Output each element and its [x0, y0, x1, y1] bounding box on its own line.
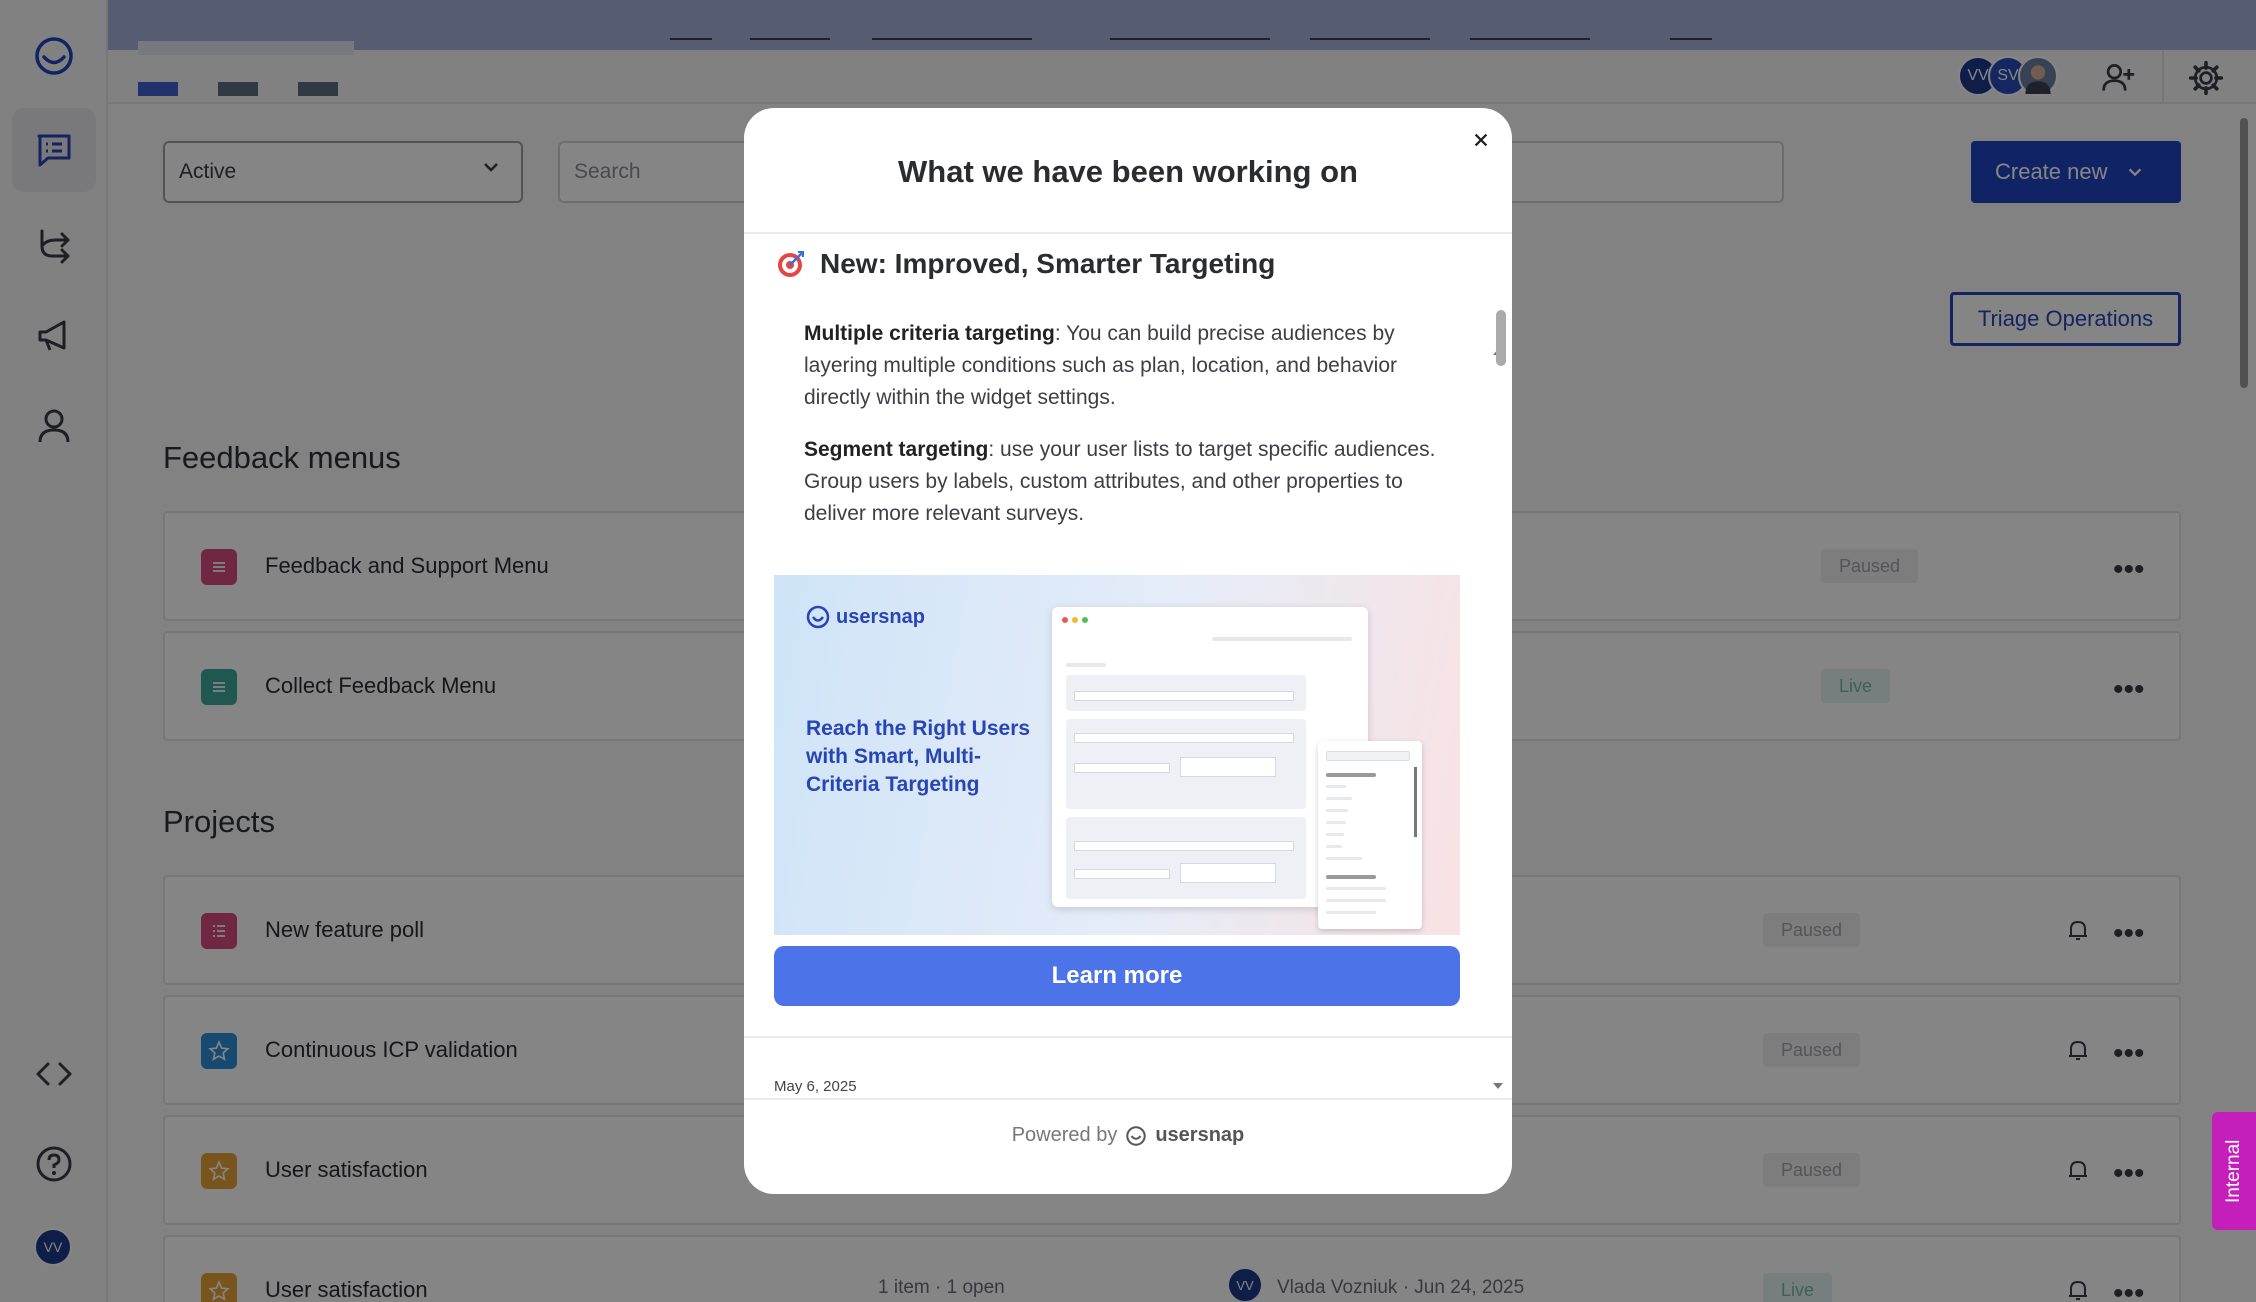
whats-new-modal: What we have been working on New: Improv…	[744, 108, 1512, 1194]
paragraph-segment-targeting: Segment targeting: use your user lists t…	[804, 438, 1436, 525]
close-button[interactable]	[1472, 126, 1490, 154]
paragraph-multiple-criteria: Multiple criteria targeting: You can bui…	[804, 322, 1398, 409]
promo-image: usersnap Reach the Right Users with Smar…	[774, 575, 1460, 935]
modal-scroll-thumb[interactable]	[1496, 310, 1506, 366]
close-icon	[1474, 133, 1488, 147]
next-post-date: May 6, 2025	[774, 1078, 857, 1095]
promo-headline: Reach the Right Users with Smart, Multi-…	[806, 717, 1031, 796]
internal-feedback-tab[interactable]: Internal	[2212, 1112, 2256, 1230]
post-title-text: New: Improved, Smarter Targeting	[820, 248, 1276, 279]
post-title: New: Improved, Smarter Targeting	[776, 248, 1275, 280]
usersnap-logo-icon	[1126, 1125, 1147, 1146]
scroll-down-icon[interactable]	[1490, 1078, 1506, 1094]
learn-more-button[interactable]: Learn more	[774, 946, 1460, 1006]
property-dropdown-mockup	[1318, 741, 1422, 929]
powered-by[interactable]: Powered by usersnap	[744, 1124, 1512, 1147]
usersnap-logo: usersnap	[806, 605, 925, 629]
target-icon	[778, 251, 804, 277]
usersnap-logo-icon	[806, 605, 830, 629]
modal-title: What we have been working on	[898, 154, 1358, 189]
